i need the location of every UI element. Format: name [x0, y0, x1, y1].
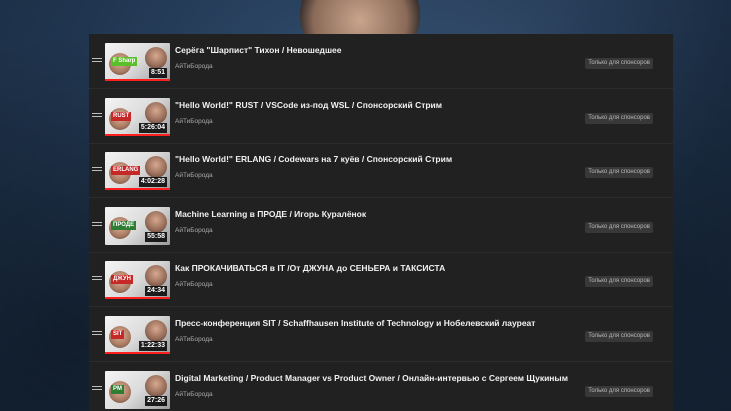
video-title[interactable]: "Hello World!" RUST / VSCode из-под WSL …: [175, 100, 442, 110]
video-thumbnail[interactable]: F Sharp 8:51: [105, 43, 170, 81]
video-title[interactable]: Серёга "Шарпист" Тихон / Невошедшее: [175, 45, 342, 55]
video-thumbnail[interactable]: SIT 1:22:33: [105, 316, 170, 354]
sponsors-only-badge: Только для спонсоров: [585, 112, 653, 124]
video-title[interactable]: Как ПРОКАЧИВАТЬСЯ в IT /От ДЖУНА до СЕНЬ…: [175, 263, 445, 273]
video-duration: 1:22:33: [138, 341, 167, 351]
video-duration: 5:26:04: [138, 122, 167, 133]
sponsors-only-badge: Только для спонсоров: [585, 221, 653, 233]
playlist-item[interactable]: PM 27:26 Digital Marketing / Product Manag…: [89, 362, 673, 411]
sponsors-only-badge: Только для спонсоров: [585, 385, 653, 397]
video-title[interactable]: Machine Learning в ПРОДЕ / Игорь Куралён…: [175, 209, 366, 219]
playlist-item[interactable]: ДЖУН 24:34 Как ПРОКАЧИВАТЬСЯ в IT /От ДЖУН…: [89, 252, 673, 308]
sponsors-only-badge: Только для спонсоров: [585, 58, 653, 69]
thumbnail-text: SIT: [111, 330, 125, 339]
watch-progress-bar: [105, 297, 170, 300]
video-title[interactable]: Digital Marketing / Product Manager vs P…: [175, 373, 568, 383]
thumbnail-text: F Sharp: [111, 57, 138, 66]
sponsors-only-badge: Только для спонсоров: [585, 167, 653, 179]
playlist-item[interactable]: ПРОДЕ 55:58 Machine Learning в ПРОДЕ / Иго…: [89, 198, 673, 253]
thumbnail-face: [145, 47, 167, 69]
video-thumbnail[interactable]: RUST 5:26:04: [105, 97, 170, 136]
video-thumbnail[interactable]: PM 27:26: [105, 370, 170, 409]
thumbnail-face: [145, 374, 167, 397]
drag-handle-icon[interactable]: [92, 112, 102, 119]
video-duration: 8:51: [148, 68, 167, 78]
drag-handle-icon[interactable]: [92, 385, 102, 392]
thumbnail-face: [145, 320, 167, 342]
video-thumbnail[interactable]: ERLANG 4:02:28: [105, 152, 170, 191]
drag-handle-icon[interactable]: [92, 276, 102, 282]
channel-name[interactable]: АйТиБорода: [175, 281, 213, 288]
thumbnail-text: RUST: [111, 111, 132, 121]
video-duration: 24:34: [145, 286, 167, 297]
thumbnail-text: ПРОДЕ: [111, 220, 137, 230]
video-duration: 4:02:28: [138, 177, 167, 188]
channel-name[interactable]: АйТиБорода: [175, 63, 213, 70]
drag-handle-icon[interactable]: [92, 167, 102, 173]
channel-name[interactable]: АйТиБорода: [175, 118, 213, 125]
thumbnail-text: ERLANG: [111, 166, 141, 176]
watch-progress-bar: [105, 188, 170, 191]
video-title[interactable]: "Hello World!" ERLANG / Codewars на 7 ку…: [175, 154, 452, 164]
thumbnail-face: [145, 101, 167, 124]
drag-handle-icon[interactable]: [92, 331, 102, 337]
drag-handle-icon[interactable]: [92, 221, 102, 228]
channel-name[interactable]: АйТиБорода: [175, 391, 213, 398]
sponsors-only-badge: Только для спонсоров: [585, 331, 653, 342]
drag-handle-icon[interactable]: [92, 58, 102, 64]
thumbnail-face: [145, 210, 167, 233]
playlist-item[interactable]: ERLANG 4:02:28 "Hello World!" ERLANG / Cod…: [89, 143, 673, 199]
playlist-item[interactable]: F Sharp 8:51 Серёга "Шарпист" Тихон / Нево…: [89, 34, 673, 89]
channel-name[interactable]: АйТиБорода: [175, 172, 213, 179]
thumbnail-text: ДЖУН: [111, 275, 133, 285]
thumbnail-text: PM: [111, 384, 124, 394]
watch-progress-bar: [105, 133, 170, 136]
video-duration: 55:58: [145, 231, 167, 242]
video-title[interactable]: Пресс-конференция SIT / Schaffhausen Ins…: [175, 318, 535, 328]
video-thumbnail[interactable]: ПРОДЕ 55:58: [105, 206, 170, 245]
playlist-item[interactable]: SIT 1:22:33 Пресс-конференция SIT / Schaff…: [89, 307, 673, 362]
watch-progress-bar: [105, 352, 170, 354]
channel-name[interactable]: АйТиБорода: [175, 227, 213, 234]
video-thumbnail[interactable]: ДЖУН 24:34: [105, 261, 170, 300]
video-duration: 27:26: [145, 395, 167, 406]
sponsor-playlist-panel: F Sharp 8:51 Серёга "Шарпист" Тихон / Нево…: [89, 34, 673, 411]
watch-progress-bar: [105, 79, 170, 81]
playlist-item[interactable]: RUST 5:26:04 "Hello World!" RUST / VSCode …: [89, 89, 673, 144]
sponsors-only-badge: Только для спонсоров: [585, 276, 653, 288]
channel-name[interactable]: АйТиБорода: [175, 336, 213, 343]
